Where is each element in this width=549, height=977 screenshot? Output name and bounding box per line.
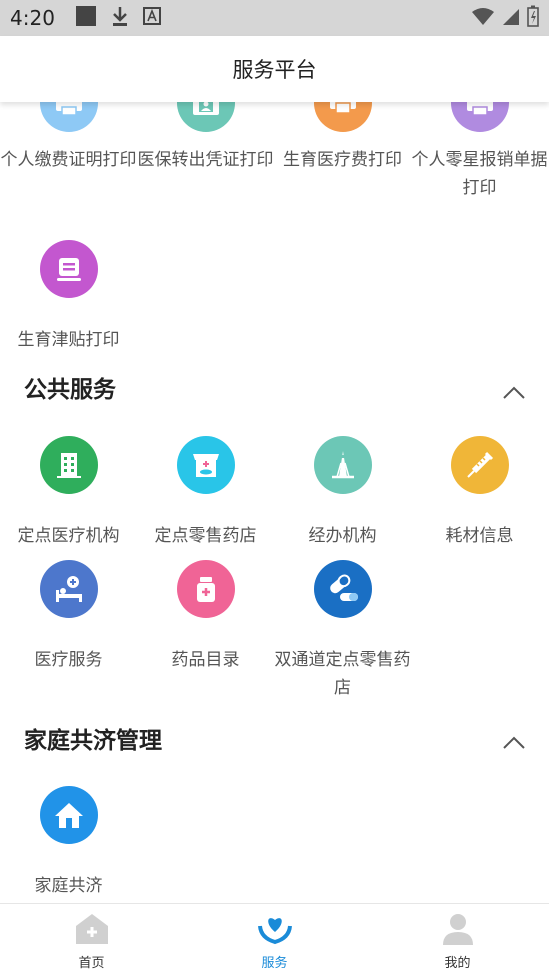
tab-label: 我的 xyxy=(444,956,471,971)
grid-item-label: 个人零星报销单据打印 xyxy=(411,150,548,198)
service-heart-icon xyxy=(257,912,293,950)
section-title-family: 家庭共济管理 xyxy=(24,728,162,754)
cell-signal-icon xyxy=(501,6,521,30)
grid-item-label: 个人缴费证明打印 xyxy=(0,150,137,170)
capsule-icon xyxy=(313,560,372,618)
grid-item-label: 定点医疗机构 xyxy=(17,526,120,546)
building-icon xyxy=(39,436,98,494)
tab-home[interactable]: 首页 xyxy=(0,904,183,977)
battery-icon xyxy=(527,5,539,31)
home-icon xyxy=(74,912,110,950)
grid-item-label: 双通道定点零售药店 xyxy=(274,650,411,698)
medical-services[interactable]: 医疗服务 xyxy=(0,560,137,674)
section-title-public-services: 公共服务 xyxy=(24,377,116,403)
download-icon xyxy=(111,5,129,31)
chevron-up-icon[interactable] xyxy=(502,734,526,750)
hospital-bed-icon xyxy=(39,560,98,618)
print-medical-transfer-voucher[interactable]: 医保转出凭证打印 xyxy=(137,102,274,174)
status-bar: 4:20 xyxy=(0,0,549,36)
printer-icon xyxy=(313,102,372,132)
wifi-icon xyxy=(471,6,495,30)
house-icon xyxy=(39,786,98,844)
designated-medical-institutions[interactable]: 定点医疗机构 xyxy=(0,436,137,550)
consumables-info[interactable]: 耗材信息 xyxy=(411,436,548,550)
print-maternity-medical-fee[interactable]: 生育医疗费打印 xyxy=(274,102,411,174)
bottom-navigation: 首页 服务 我的 xyxy=(0,903,549,977)
printer-photo-icon xyxy=(176,102,235,132)
print-personal-payment-proof[interactable]: 个人缴费证明打印 xyxy=(0,102,137,174)
page-title: 服务平台 xyxy=(232,58,317,82)
tab-service[interactable]: 服务 xyxy=(183,904,366,977)
tab-mine[interactable]: 我的 xyxy=(366,904,549,977)
chevron-up-icon[interactable] xyxy=(502,384,526,400)
grid-item-label: 耗材信息 xyxy=(445,526,514,546)
drug-catalog[interactable]: 药品目录 xyxy=(137,560,274,674)
print-personal-reimbursement[interactable]: 个人零星报销单据打印 xyxy=(411,102,548,202)
grid-item-label: 定点零售药店 xyxy=(154,526,257,546)
tab-label: 首页 xyxy=(78,956,105,971)
pharmacy-store-icon xyxy=(176,436,235,494)
service-content[interactable]: 个人缴费证明打印 医保转出凭证打印 生育医疗费打印 个人零星报销单据打印 生育津… xyxy=(0,102,549,902)
syringe-icon xyxy=(450,436,509,494)
family-mutual-aid[interactable]: 家庭共济 xyxy=(0,786,137,900)
printer-icon xyxy=(39,102,98,132)
font-a-icon xyxy=(142,7,161,29)
printer-icon xyxy=(450,102,509,132)
grid-item-label: 经办机构 xyxy=(308,526,377,546)
status-time: 4:20 xyxy=(10,6,55,30)
grid-item-label: 医疗服务 xyxy=(34,650,103,670)
tower-icon xyxy=(313,436,372,494)
grid-item-label: 家庭共济 xyxy=(34,876,103,896)
print-maternity-allowance[interactable]: 生育津贴打印 xyxy=(0,240,137,354)
medicine-bottle-icon xyxy=(176,560,235,618)
handling-agencies[interactable]: 经办机构 xyxy=(274,436,411,550)
grid-item-label: 生育医疗费打印 xyxy=(283,150,402,170)
grid-item-label: 生育津贴打印 xyxy=(17,330,120,350)
app-header: 服务平台 xyxy=(0,36,549,102)
notification-square-icon xyxy=(75,5,97,31)
tab-label: 服务 xyxy=(261,956,288,971)
grid-item-label: 药品目录 xyxy=(171,650,240,670)
grid-item-label: 医保转出凭证打印 xyxy=(137,150,274,170)
dual-channel-pharmacies[interactable]: 双通道定点零售药店 xyxy=(274,560,411,702)
document-stack-icon xyxy=(39,240,98,298)
profile-icon xyxy=(440,912,476,950)
designated-retail-pharmacies[interactable]: 定点零售药店 xyxy=(137,436,274,550)
